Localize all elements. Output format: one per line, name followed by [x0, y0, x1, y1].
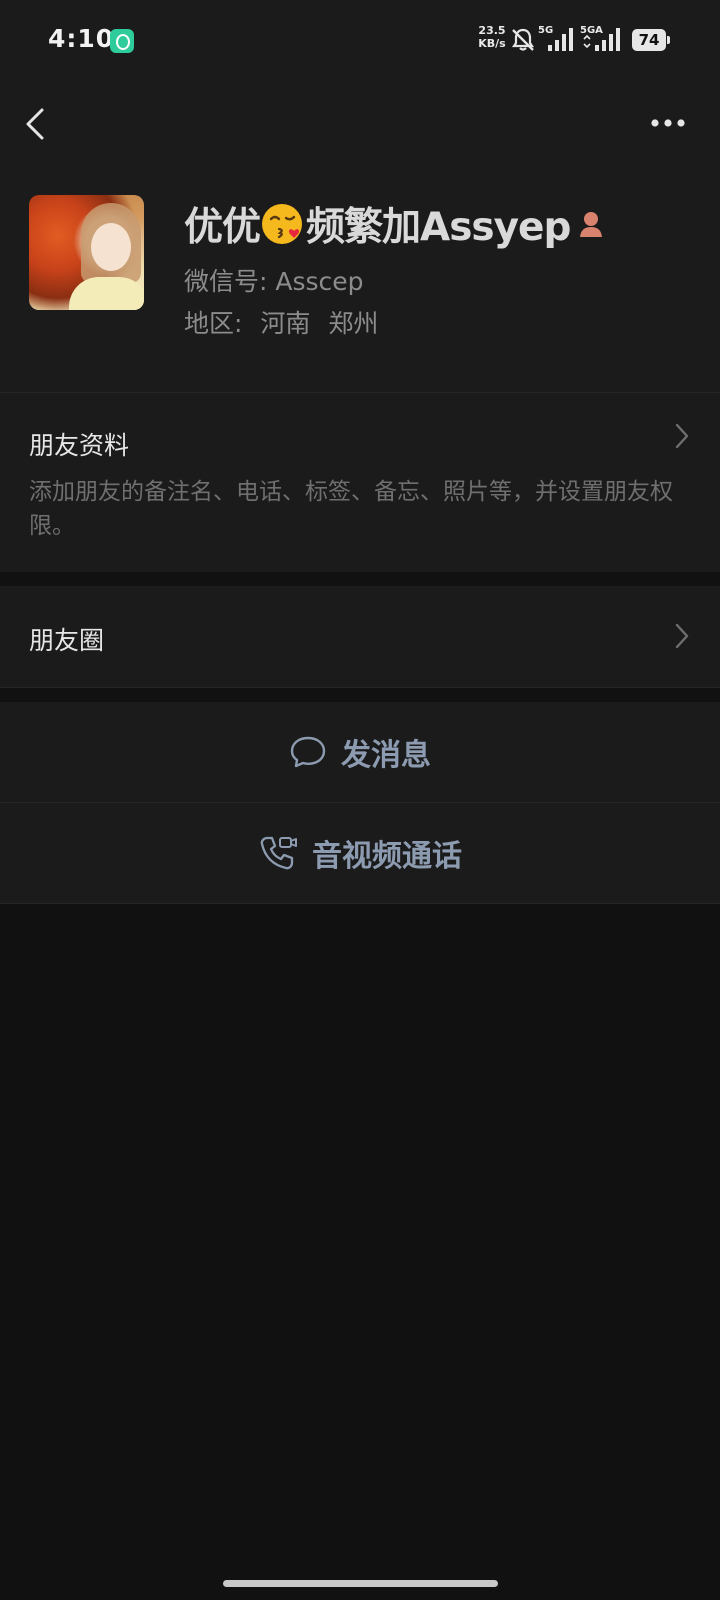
contact-name-prefix: 优优 — [184, 205, 261, 250]
chat-bubble-icon — [290, 736, 326, 768]
signal-bars-icon — [583, 28, 620, 51]
avatar[interactable] — [29, 195, 144, 310]
wechat-id: 微信号: Asscep — [184, 267, 364, 296]
send-message-label: 发消息 — [341, 738, 431, 773]
video-call-button[interactable]: 音视频通话 — [0, 803, 720, 903]
battery-indicator: 74 — [632, 29, 670, 51]
status-time: 4:10 — [48, 24, 115, 53]
network-speed-value: 23.5 — [478, 24, 506, 37]
moments-title: 朋友圈 — [29, 626, 105, 655]
network-speed-unit: KB/s — [478, 37, 506, 50]
bell-off-icon — [511, 28, 535, 51]
contact-name-suffix: 频繁加Assyep — [306, 205, 571, 250]
friend-info-row[interactable]: 朋友资料 添加朋友的备注名、电话、标签、备忘、照片等，并设置朋友权限。 — [0, 392, 720, 572]
divider — [0, 392, 720, 393]
kissing-face-emoji-icon — [262, 204, 303, 244]
network-speed: 23.5 KB/s — [472, 24, 512, 50]
video-call-icon — [260, 836, 297, 870]
back-icon[interactable] — [22, 106, 50, 142]
video-call-label: 音视频通话 — [312, 839, 462, 874]
home-indicator[interactable] — [223, 1580, 498, 1587]
chevron-right-icon — [675, 423, 689, 449]
region: 地区: 河南 郑州 — [184, 309, 379, 338]
chevron-right-icon — [675, 623, 689, 649]
more-options-icon[interactable] — [650, 118, 686, 128]
avatar-shirt — [69, 277, 144, 310]
signal-bars-icon — [548, 28, 573, 51]
person-icon — [580, 212, 603, 237]
friend-info-title: 朋友资料 — [29, 431, 130, 460]
avatar-face — [91, 223, 131, 271]
profile-header: 优优 频繁加Assyep 微信号: Asscep 地区: 河南 郑州 — [0, 82, 720, 392]
app-notification-icon — [110, 29, 134, 53]
send-message-button[interactable]: 发消息 — [0, 702, 720, 802]
divider — [0, 687, 720, 688]
contact-name: 优优 频繁加Assyep — [184, 198, 604, 250]
status-bar: 4:10 23.5 KB/s 5G 5GA 74 — [0, 0, 720, 82]
divider — [0, 903, 720, 904]
friend-info-description: 添加朋友的备注名、电话、标签、备忘、照片等，并设置朋友权限。 — [29, 479, 673, 539]
moments-row[interactable]: 朋友圈 — [0, 586, 720, 687]
